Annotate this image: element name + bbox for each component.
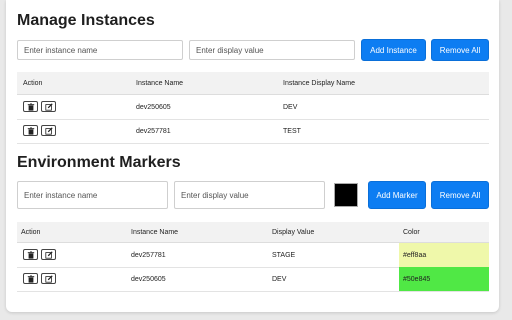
table-row: dev250605 DEV #50e845 — [17, 267, 489, 292]
instance-name-cell: dev250605 — [136, 104, 171, 111]
trash-icon — [27, 126, 34, 135]
table-row: dev257781 STAGE #eff8aa — [17, 243, 489, 268]
edit-button[interactable] — [41, 249, 56, 260]
marker-instance-name-cell: dev257781 — [131, 252, 166, 259]
table-row: dev257781 TEST — [17, 119, 489, 144]
instance-display-cell: TEST — [283, 128, 301, 135]
edit-icon — [44, 274, 53, 283]
delete-button[interactable] — [23, 273, 38, 284]
edit-button[interactable] — [41, 125, 56, 136]
trash-icon — [27, 274, 34, 283]
marker-display-value-cell: STAGE — [272, 252, 296, 259]
marker-instance-name-cell: dev250605 — [131, 276, 166, 283]
edit-button[interactable] — [41, 101, 56, 112]
instance-name-input[interactable] — [17, 40, 183, 60]
trash-icon — [27, 102, 34, 111]
main-card: Manage Instances Add Instance Remove All… — [6, 0, 499, 312]
header-display-value: Display Value — [272, 229, 315, 236]
header-instance-name: Instance Name — [136, 80, 184, 87]
marker-display-value-input[interactable] — [174, 181, 325, 209]
remove-all-markers-button[interactable]: Remove All — [431, 181, 489, 209]
markers-table: Action Instance Name Display Value Color… — [17, 222, 489, 292]
instance-name-cell: dev257781 — [136, 128, 171, 135]
add-instance-button[interactable]: Add Instance — [361, 39, 426, 61]
edit-icon — [44, 126, 53, 135]
header-instance-display-name: Instance Display Name — [283, 80, 355, 87]
edit-button[interactable] — [41, 273, 56, 284]
marker-instance-name-input[interactable] — [17, 181, 168, 209]
edit-icon — [44, 250, 53, 259]
color-picker[interactable] — [334, 183, 358, 207]
trash-icon — [27, 250, 34, 259]
display-value-input[interactable] — [189, 40, 355, 60]
instances-table-header: Action Instance Name Instance Display Na… — [17, 72, 489, 95]
color-cell: #50e845 — [399, 267, 489, 291]
markers-table-header: Action Instance Name Display Value Color — [17, 222, 489, 243]
marker-display-value-cell: DEV — [272, 276, 287, 283]
environment-markers-title: Environment Markers — [17, 154, 181, 171]
color-value: #50e845 — [403, 276, 431, 283]
table-row: dev250605 DEV — [17, 95, 489, 120]
remove-all-instances-button[interactable]: Remove All — [431, 39, 489, 61]
manage-instances-title: Manage Instances — [17, 12, 155, 29]
edit-icon — [44, 102, 53, 111]
add-marker-button[interactable]: Add Marker — [368, 181, 426, 209]
header-instance-name: Instance Name — [131, 229, 179, 236]
color-value: #eff8aa — [403, 252, 427, 259]
header-action: Action — [21, 229, 41, 236]
delete-button[interactable] — [23, 101, 38, 112]
header-action: Action — [23, 80, 43, 87]
instances-table: Action Instance Name Instance Display Na… — [17, 72, 489, 144]
delete-button[interactable] — [23, 125, 38, 136]
header-color: Color — [403, 229, 420, 236]
color-cell: #eff8aa — [399, 243, 489, 267]
instance-display-cell: DEV — [283, 104, 298, 111]
delete-button[interactable] — [23, 249, 38, 260]
